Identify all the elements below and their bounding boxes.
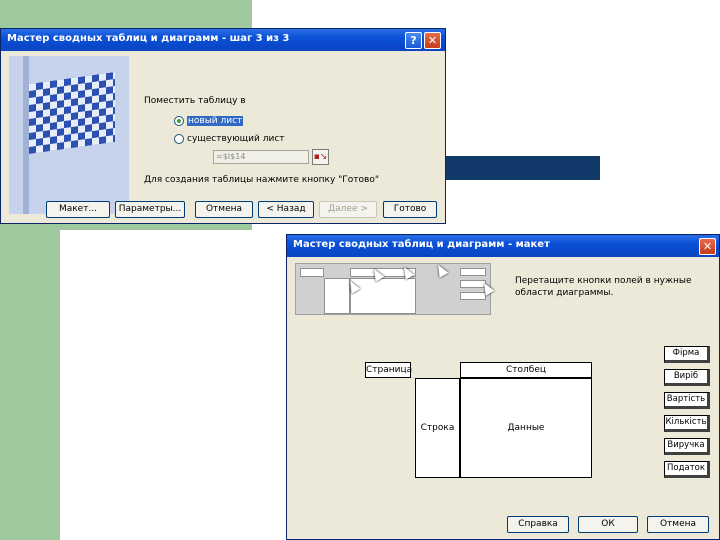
page-area[interactable]: Страница: [365, 362, 412, 378]
wizard-step3-titlebar: Мастер сводных таблиц и диаграмм - шаг 3…: [1, 29, 445, 51]
layout-titlebar: Мастер сводных таблиц и диаграмм - макет: [287, 235, 719, 257]
layout-button[interactable]: Макет...: [46, 201, 110, 218]
cancel-button[interactable]: Отмена: [195, 201, 253, 218]
preview-field-1: [460, 268, 486, 276]
radio-new-sheet-label: новый лист: [187, 116, 244, 126]
cancel-button[interactable]: Отмена: [647, 516, 709, 533]
layout-title: Мастер сводных таблиц и диаграмм - макет: [293, 239, 550, 250]
back-button[interactable]: < Назад: [258, 201, 314, 218]
finish-button[interactable]: Готово: [383, 201, 437, 218]
field-button-kilkist[interactable]: Кількість: [664, 415, 710, 432]
radio-existing-sheet[interactable]: [174, 134, 184, 144]
finish-hint: Для создания таблицы нажмите кнопку "Гот…: [144, 175, 380, 185]
checker-pattern: [29, 71, 115, 155]
help-title-button[interactable]: ?: [405, 32, 422, 49]
placement-question: Поместить таблицу в: [144, 96, 246, 106]
layout-preview-image: [295, 262, 495, 315]
radio-new-sheet-label-wrap: новый лист: [187, 116, 244, 126]
row-area[interactable]: Строка: [415, 378, 460, 478]
preview-field-3: [460, 292, 486, 300]
radio-new-sheet[interactable]: [174, 116, 184, 126]
preview-page-box: [300, 268, 324, 277]
preview-data-box: [350, 278, 416, 314]
checkered-flag-image: [9, 56, 129, 214]
field-button-firma[interactable]: Фірма: [664, 346, 710, 363]
range-input[interactable]: =$I$14: [213, 150, 309, 164]
close-button[interactable]: ✕: [699, 238, 716, 255]
field-button-vartist[interactable]: Вартість: [664, 392, 710, 409]
layout-instruction: Перетащите кнопки полей в нужные области…: [515, 276, 692, 298]
wizard-step3-title: Мастер сводных таблиц и диаграмм - шаг 3…: [7, 33, 290, 44]
field-button-vyruchka[interactable]: Виручка: [664, 438, 710, 455]
field-button-vyrib[interactable]: Виріб: [664, 369, 710, 386]
next-button[interactable]: Далее >: [319, 201, 377, 218]
close-button[interactable]: ✕: [424, 32, 441, 49]
ok-button[interactable]: ОК: [578, 516, 638, 533]
cursor-icon: [433, 262, 449, 278]
field-button-podatok[interactable]: Податок: [664, 461, 710, 478]
accent-bar: [440, 156, 600, 180]
wizard-step3-dialog: Мастер сводных таблиц и диаграмм - шаг 3…: [0, 28, 446, 224]
data-area[interactable]: Данные: [460, 378, 592, 478]
layout-dialog: Мастер сводных таблиц и диаграмм - макет…: [286, 234, 720, 540]
help-button[interactable]: Справка: [507, 516, 569, 533]
range-picker-icon[interactable]: ▪↘: [312, 149, 329, 165]
column-area[interactable]: Столбец: [460, 362, 592, 378]
radio-existing-sheet-label: существующий лист: [187, 134, 285, 144]
options-button[interactable]: Параметры...: [115, 201, 185, 218]
